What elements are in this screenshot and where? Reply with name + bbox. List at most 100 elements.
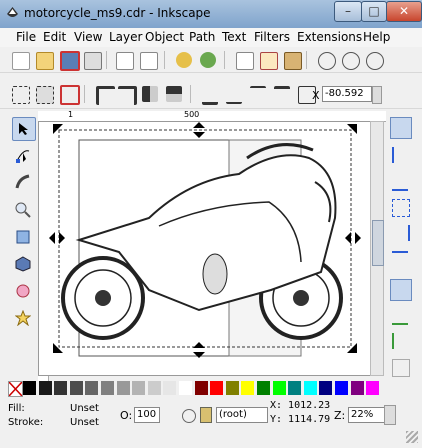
color-swatch[interactable] <box>350 381 364 395</box>
color-swatch[interactable] <box>272 381 286 395</box>
minimize-button[interactable]: – <box>334 1 362 22</box>
color-swatch[interactable] <box>241 381 255 395</box>
paste-icon[interactable] <box>284 52 302 70</box>
menu-edit[interactable]: Edit <box>43 30 66 44</box>
menu-file[interactable]: File <box>16 30 36 44</box>
vertical-scrollbar[interactable] <box>370 121 384 376</box>
drawing-canvas[interactable] <box>38 121 372 376</box>
export-icon[interactable] <box>140 52 158 70</box>
color-swatch[interactable] <box>366 381 380 395</box>
color-swatch[interactable] <box>335 381 348 395</box>
lower-to-bottom-icon[interactable] <box>202 86 218 105</box>
select-in-all-layers-icon[interactable] <box>36 86 54 104</box>
color-swatch[interactable] <box>319 381 333 395</box>
zoom-spin-button[interactable] <box>384 405 396 425</box>
layer-lock-icon[interactable] <box>200 407 212 423</box>
snap-midpoints-icon[interactable] <box>392 225 410 241</box>
zoom-tool-icon[interactable] <box>12 199 34 221</box>
menu-layer[interactable]: Layer <box>109 30 142 44</box>
menu-text[interactable]: Text <box>222 30 246 44</box>
menu-object[interactable]: Object <box>145 30 184 44</box>
layer-visibility-icon[interactable] <box>182 409 196 423</box>
import-icon[interactable] <box>116 52 134 70</box>
lower-icon[interactable] <box>226 86 242 104</box>
color-swatch[interactable] <box>23 381 36 395</box>
zoom-page-icon[interactable] <box>366 52 384 70</box>
cut-icon[interactable] <box>260 52 278 70</box>
menu-view[interactable]: View <box>74 30 102 44</box>
snap-paths-icon[interactable] <box>392 307 408 325</box>
layer-select[interactable]: (root) <box>216 407 268 423</box>
color-swatch[interactable] <box>210 381 224 395</box>
save-icon[interactable] <box>60 51 80 71</box>
snap-bbox-icon[interactable] <box>392 147 410 163</box>
flip-horizontal-icon[interactable] <box>142 86 158 102</box>
color-swatch[interactable] <box>288 381 302 395</box>
enable-snapping-icon[interactable] <box>390 117 412 139</box>
stroke-value[interactable]: Unset <box>70 417 99 428</box>
color-swatch[interactable] <box>132 381 146 395</box>
color-swatch[interactable] <box>179 381 192 395</box>
snap-centers-icon[interactable] <box>392 251 408 269</box>
maximize-button[interactable]: □ <box>361 1 387 22</box>
copy-icon[interactable] <box>236 52 254 70</box>
raise-to-top-icon[interactable] <box>274 86 290 105</box>
zoom-drawing-icon[interactable] <box>342 52 360 70</box>
rotate-ccw-icon[interactable] <box>96 86 115 105</box>
snap-bbox-corners-icon[interactable] <box>392 199 410 217</box>
snap-bbox-edges-icon[interactable] <box>392 173 408 191</box>
scale-handle-right[interactable] <box>345 232 361 244</box>
close-button[interactable]: ✕ <box>386 1 422 22</box>
color-swatch[interactable] <box>303 381 317 395</box>
deselect-icon[interactable] <box>60 85 80 105</box>
opacity-field[interactable]: 100 <box>134 407 160 423</box>
zoom-selection-icon[interactable] <box>318 52 336 70</box>
open-icon[interactable] <box>36 52 54 70</box>
scale-handle-bottom-right[interactable] <box>347 343 357 353</box>
color-swatch[interactable] <box>257 381 270 395</box>
select-all-icon[interactable] <box>12 86 30 104</box>
color-swatch[interactable] <box>225 381 239 395</box>
snap-guide-icon[interactable] <box>392 359 410 377</box>
color-swatch[interactable] <box>101 381 114 395</box>
menu-extensions[interactable]: Extensions <box>297 30 362 44</box>
resize-grip-icon[interactable] <box>406 431 418 443</box>
tweak-tool-icon[interactable] <box>12 171 34 193</box>
color-swatch[interactable] <box>38 381 52 395</box>
scale-handle-top-left[interactable] <box>53 124 63 134</box>
color-swatch[interactable] <box>116 381 130 395</box>
no-paint-swatch[interactable] <box>8 381 23 397</box>
undo-icon[interactable] <box>176 52 192 68</box>
selector-tool-icon[interactable] <box>12 117 36 141</box>
color-swatch[interactable] <box>194 381 208 395</box>
flip-vertical-icon[interactable] <box>166 86 182 102</box>
color-swatch[interactable] <box>163 381 177 395</box>
rotate-cw-icon[interactable] <box>118 86 137 105</box>
scale-handle-bottom-left[interactable] <box>53 343 63 353</box>
3d-box-tool-icon[interactable] <box>12 253 34 275</box>
new-icon[interactable] <box>12 52 30 70</box>
menu-filters[interactable]: Filters <box>254 30 290 44</box>
redo-icon[interactable] <box>200 52 216 68</box>
x-spin-button[interactable] <box>372 86 382 104</box>
star-tool-icon[interactable] <box>12 307 34 329</box>
rectangle-tool-icon[interactable] <box>12 226 34 248</box>
raise-icon[interactable] <box>250 86 266 104</box>
circle-tool-icon[interactable] <box>12 280 34 302</box>
snap-nodes-icon[interactable] <box>390 279 412 301</box>
x-position-field[interactable]: -80.592 <box>322 86 372 102</box>
zoom-field[interactable]: 22% <box>348 407 386 423</box>
menu-path[interactable]: Path <box>189 30 215 44</box>
color-swatch[interactable] <box>147 381 161 395</box>
node-tool-icon[interactable] <box>12 144 34 166</box>
color-swatch[interactable] <box>85 381 99 395</box>
fill-value[interactable]: Unset <box>70 403 99 414</box>
scrollbar-thumb[interactable] <box>372 220 384 266</box>
color-swatch[interactable] <box>54 381 68 395</box>
snap-intersections-icon[interactable] <box>392 333 410 349</box>
print-icon[interactable] <box>84 52 102 70</box>
scale-handle-left[interactable] <box>49 232 65 244</box>
menu-help[interactable]: Help <box>363 30 390 44</box>
scale-handle-top-right[interactable] <box>347 124 357 134</box>
color-swatch[interactable] <box>69 381 83 395</box>
